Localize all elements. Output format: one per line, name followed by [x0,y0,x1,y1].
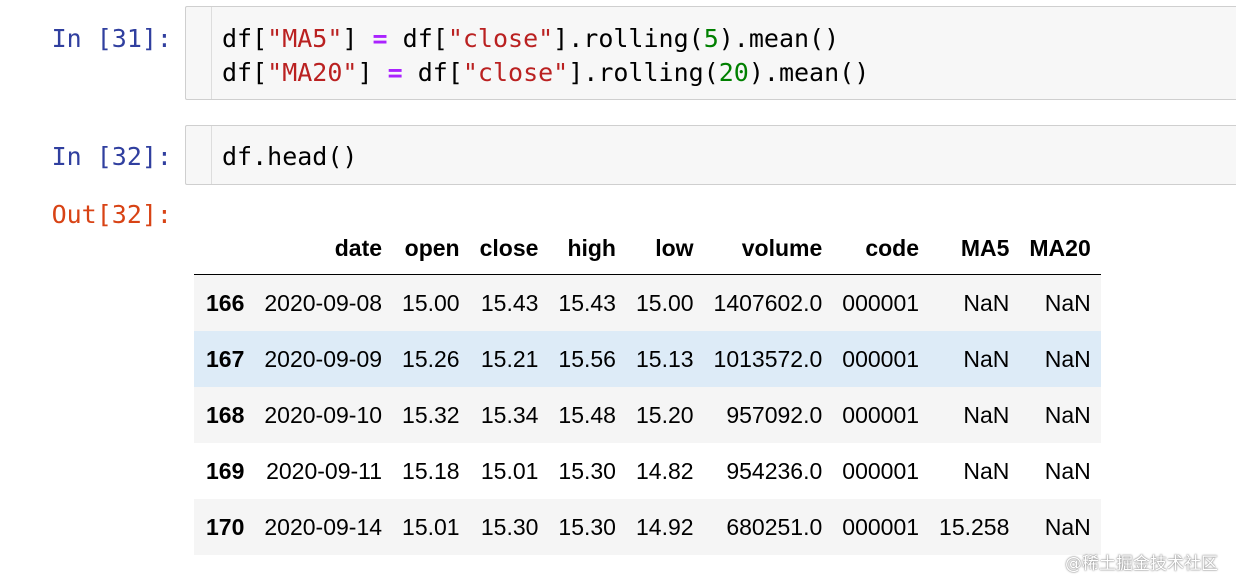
cell-volume: 1013572.0 [713,345,823,372]
cell-high: 15.48 [558,401,616,428]
cell-code: 000001 [842,345,920,372]
cell-close: 15.30 [480,513,539,540]
cell-close: 15.01 [480,457,539,484]
table-row: 169 2020-09-11 15.18 15.01 15.30 14.82 9… [194,443,1101,499]
column-header-low: low [625,222,704,275]
cell-date: 2020-09-09 [264,345,383,372]
cell-ma20: NaN [1044,513,1091,540]
cell-code: 000001 [842,457,920,484]
cell-close: 15.34 [480,401,539,428]
column-header-date: date [254,222,393,275]
watermark: @稀土掘金技术社区 [1065,554,1218,574]
cell-high: 15.30 [558,513,616,540]
cell-open: 15.18 [402,457,460,484]
column-header-code: code [832,222,930,275]
table-row: 170 2020-09-14 15.01 15.30 15.30 14.92 6… [194,499,1101,555]
row-index: 168 [206,401,245,428]
cell-high: 15.43 [558,289,616,316]
cell-ma5: NaN [963,457,1010,484]
cell-code: 000001 [842,289,920,316]
row-index: 166 [206,289,245,316]
cell-gutter [211,126,212,184]
dataframe-output-table: date open close high low volume code MA5… [194,222,1101,555]
table-row: 166 2020-09-08 15.00 15.43 15.43 15.00 1… [194,274,1101,331]
cell-high: 15.56 [558,345,616,372]
cell-ma20: NaN [1044,457,1091,484]
cell-close: 15.43 [480,289,539,316]
cell-high: 15.30 [558,457,616,484]
code-cell-31[interactable]: df["MA5"] = df["close"].rolling(5).mean(… [185,6,1236,100]
cell-low: 14.82 [635,457,694,484]
row-index: 169 [206,457,245,484]
cell-ma5: NaN [963,345,1010,372]
cell-low: 15.13 [635,345,694,372]
cell-ma5: 15.258 [939,513,1010,540]
column-header-ma5: MA5 [929,222,1020,275]
table-row: 167 2020-09-09 15.26 15.21 15.56 15.13 1… [194,331,1101,387]
cell-date: 2020-09-11 [266,457,383,484]
cell-date: 2020-09-14 [264,513,383,540]
cell-volume: 954236.0 [726,457,823,484]
index-header [194,222,255,275]
column-header-high: high [548,222,626,275]
cell-ma20: NaN [1044,401,1091,428]
cell-low: 14.92 [635,513,694,540]
cell-open: 15.01 [402,513,460,540]
column-header-close: close [469,222,549,275]
row-index: 167 [206,345,245,372]
cell-ma5: NaN [963,401,1010,428]
cell-ma20: NaN [1044,289,1091,316]
cell-date: 2020-09-08 [264,289,383,316]
row-index: 170 [206,513,245,540]
code-line-1[interactable]: df["MA5"] = df["close"].rolling(5).mean(… [222,22,839,56]
cell-close: 15.21 [480,345,539,372]
code-line-2[interactable]: df["MA20"] = df["close"].rolling(20).mea… [222,56,869,90]
cell-ma20: NaN [1044,345,1091,372]
cell-low: 15.20 [635,401,694,428]
cell-code: 000001 [842,513,920,540]
column-header-ma20: MA20 [1019,222,1101,275]
cell-date: 2020-09-10 [264,401,383,428]
input-prompt-31: In [31]: [51,24,172,53]
code-cell-32[interactable]: df.head() [185,125,1236,185]
cell-gutter [211,7,212,99]
column-header-volume: volume [703,222,833,275]
cell-volume: 1407602.0 [713,289,823,316]
table-header-row: date open close high low volume code MA5… [194,222,1101,275]
cell-code: 000001 [842,401,920,428]
cell-volume: 957092.0 [726,401,823,428]
cell-open: 15.32 [402,401,460,428]
code-line-1[interactable]: df.head() [222,140,357,174]
cell-open: 15.26 [402,345,460,372]
input-prompt-32: In [32]: [51,142,172,171]
cell-volume: 680251.0 [726,513,823,540]
cell-open: 15.00 [402,289,460,316]
output-prompt-32: Out[32]: [51,200,172,229]
cell-ma5: NaN [963,289,1010,316]
column-header-open: open [392,222,470,275]
cell-low: 15.00 [635,289,694,316]
table-row: 168 2020-09-10 15.32 15.34 15.48 15.20 9… [194,387,1101,443]
